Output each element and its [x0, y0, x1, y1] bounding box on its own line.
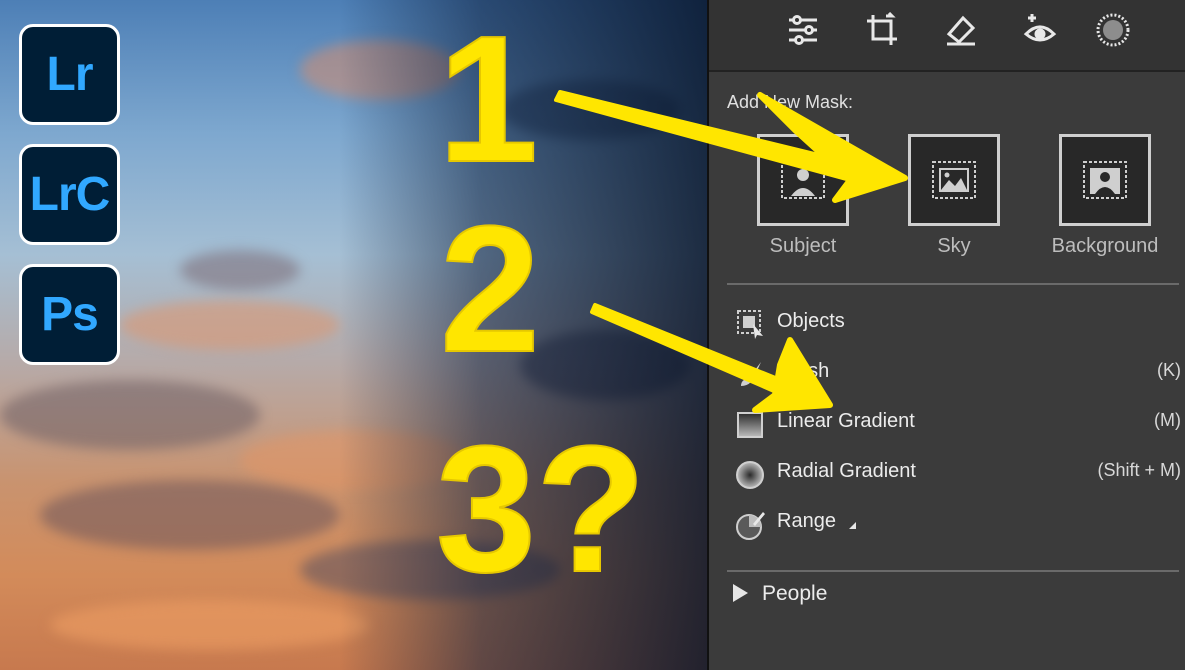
crop-icon[interactable]: [862, 10, 902, 50]
brush-shortcut: (K): [1157, 360, 1181, 380]
photoshop-icon: Ps: [19, 264, 120, 365]
redeye-icon[interactable]: [1020, 10, 1060, 50]
masking-panel: Add New Mask: Subject Sky Background Obj…: [707, 0, 1185, 670]
linear-gradient-icon: [737, 412, 763, 438]
edit-toolbar: [709, 0, 1185, 72]
objects-icon: [737, 310, 763, 339]
tool-objects[interactable]: Objects: [735, 306, 1181, 340]
number-one: 1: [437, 0, 539, 200]
brush-label: Brush: [777, 360, 830, 382]
tool-brush[interactable]: Brush (K): [735, 356, 1181, 390]
range-dropdown-icon[interactable]: [849, 522, 856, 529]
sliders-icon[interactable]: [783, 10, 823, 50]
people-label: People: [762, 582, 828, 605]
subject-icon: [781, 161, 825, 199]
tool-range[interactable]: Range: [735, 506, 1181, 540]
linear-gradient-label: Linear Gradient: [777, 410, 915, 432]
radial-gradient-shortcut: (Shift + M): [1097, 460, 1181, 480]
number-three-question: 3?: [435, 409, 647, 610]
expand-triangle-icon: [733, 584, 748, 602]
lightroom-classic-icon: LrC: [19, 144, 120, 245]
subject-mask-button[interactable]: [757, 134, 849, 226]
range-icon: [736, 512, 765, 540]
subject-label: Subject: [769, 235, 837, 257]
tool-linear-gradient[interactable]: Linear Gradient (M): [735, 406, 1181, 440]
number-two: 2: [439, 189, 541, 390]
tool-radial-gradient[interactable]: Radial Gradient (Shift + M): [735, 456, 1181, 490]
background-label: Background: [1051, 235, 1159, 257]
sky-label: Sky: [937, 235, 971, 257]
people-section-toggle[interactable]: People: [733, 582, 827, 606]
radial-gradient-icon: [736, 461, 764, 489]
sky-mask-button[interactable]: [908, 134, 1000, 226]
objects-label: Objects: [777, 310, 845, 332]
masking-icon[interactable]: [1093, 10, 1133, 50]
background-mask-button[interactable]: [1059, 134, 1151, 226]
background-icon: [1083, 161, 1127, 199]
sky-icon: [932, 161, 976, 199]
linear-gradient-shortcut: (M): [1154, 410, 1181, 430]
lightroom-icon: Lr: [19, 24, 120, 125]
divider: [727, 570, 1179, 572]
range-label: Range: [777, 510, 836, 532]
eraser-icon[interactable]: [941, 10, 981, 50]
radial-gradient-label: Radial Gradient: [777, 460, 916, 482]
brush-icon: [741, 362, 761, 386]
add-new-mask-label: Add New Mask:: [727, 92, 854, 112]
divider: [727, 283, 1179, 285]
photo-preview: Lr LrC Ps 1 2 3?: [0, 0, 707, 670]
